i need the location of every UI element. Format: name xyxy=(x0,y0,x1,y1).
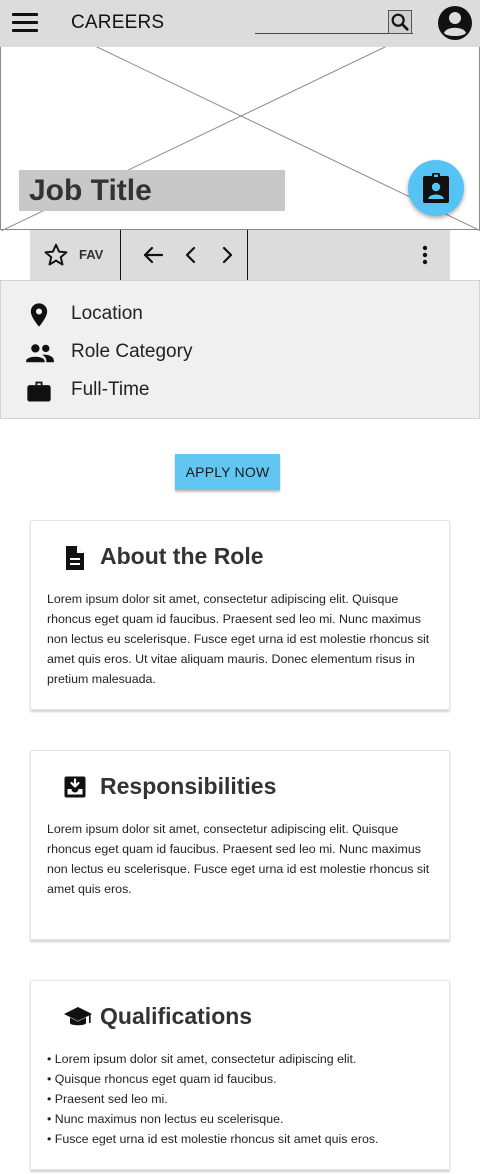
info-role-category-label: Role Category xyxy=(71,341,193,362)
qualifications-list: Lorem ipsum dolor sit amet, consectetur … xyxy=(47,1049,442,1149)
list-item: Fusce eget urna id est molestie rhoncus … xyxy=(47,1129,442,1149)
section-body: Lorem ipsum dolor sit amet, consectetur … xyxy=(47,822,430,896)
search-icon xyxy=(391,13,409,31)
favorite-button[interactable]: FAV xyxy=(30,230,120,280)
inbox-download-icon xyxy=(64,776,86,798)
list-item: Praesent sed leo mi. xyxy=(47,1089,442,1109)
graduation-cap-icon xyxy=(64,1007,92,1026)
chevron-left-icon[interactable] xyxy=(179,243,203,267)
list-item: Lorem ipsum dolor sit amet, consectetur … xyxy=(47,1049,442,1069)
apply-fab-button[interactable] xyxy=(408,160,464,216)
section-body: Lorem ipsum dolor sit amet, consectetur … xyxy=(47,592,430,686)
job-info-panel: Location Role Category Full-Time xyxy=(0,280,480,419)
toolbar-divider xyxy=(247,230,248,280)
favorite-label: FAV xyxy=(79,247,104,262)
section-card-about-role: About the Role Lorem ipsum dolor sit ame… xyxy=(30,520,450,710)
briefcase-icon xyxy=(27,381,51,402)
menu-icon[interactable] xyxy=(12,13,38,33)
apply-now-button[interactable]: APPLY NOW xyxy=(175,454,280,490)
info-location-label: Location xyxy=(71,303,143,324)
toolbar-divider xyxy=(120,230,121,280)
job-title: Job Title xyxy=(29,174,152,207)
people-icon xyxy=(26,344,54,363)
info-employment-type-label: Full-Time xyxy=(71,379,150,400)
section-title: About the Role xyxy=(100,543,264,569)
job-title-banner: Job Title xyxy=(19,170,285,211)
arrow-left-icon[interactable] xyxy=(141,243,165,267)
chevron-right-icon[interactable] xyxy=(215,243,239,267)
section-title: Qualifications xyxy=(100,1003,253,1029)
account-circle-icon[interactable] xyxy=(437,5,473,41)
section-card-qualifications: Qualifications Lorem ipsum dolor sit ame… xyxy=(30,980,450,1170)
location-pin-icon xyxy=(30,303,48,327)
top-app-bar: CAREERS xyxy=(0,0,480,47)
search-button[interactable] xyxy=(388,10,412,34)
star-outline-icon xyxy=(44,243,68,266)
more-vertical-icon[interactable] xyxy=(413,243,437,267)
list-item: Quisque rhoncus eget quam id faucibus. xyxy=(47,1069,442,1089)
section-card-responsibilities: Responsibilities Lorem ipsum dolor sit a… xyxy=(30,750,450,940)
document-icon xyxy=(66,546,84,570)
action-toolbar: FAV xyxy=(30,230,450,280)
section-title: Responsibilities xyxy=(100,773,277,799)
app-title: CAREERS xyxy=(71,12,165,33)
list-item: Nunc maximus non lectus eu scelerisque. xyxy=(47,1109,442,1129)
assignment-ind-icon xyxy=(423,173,449,203)
